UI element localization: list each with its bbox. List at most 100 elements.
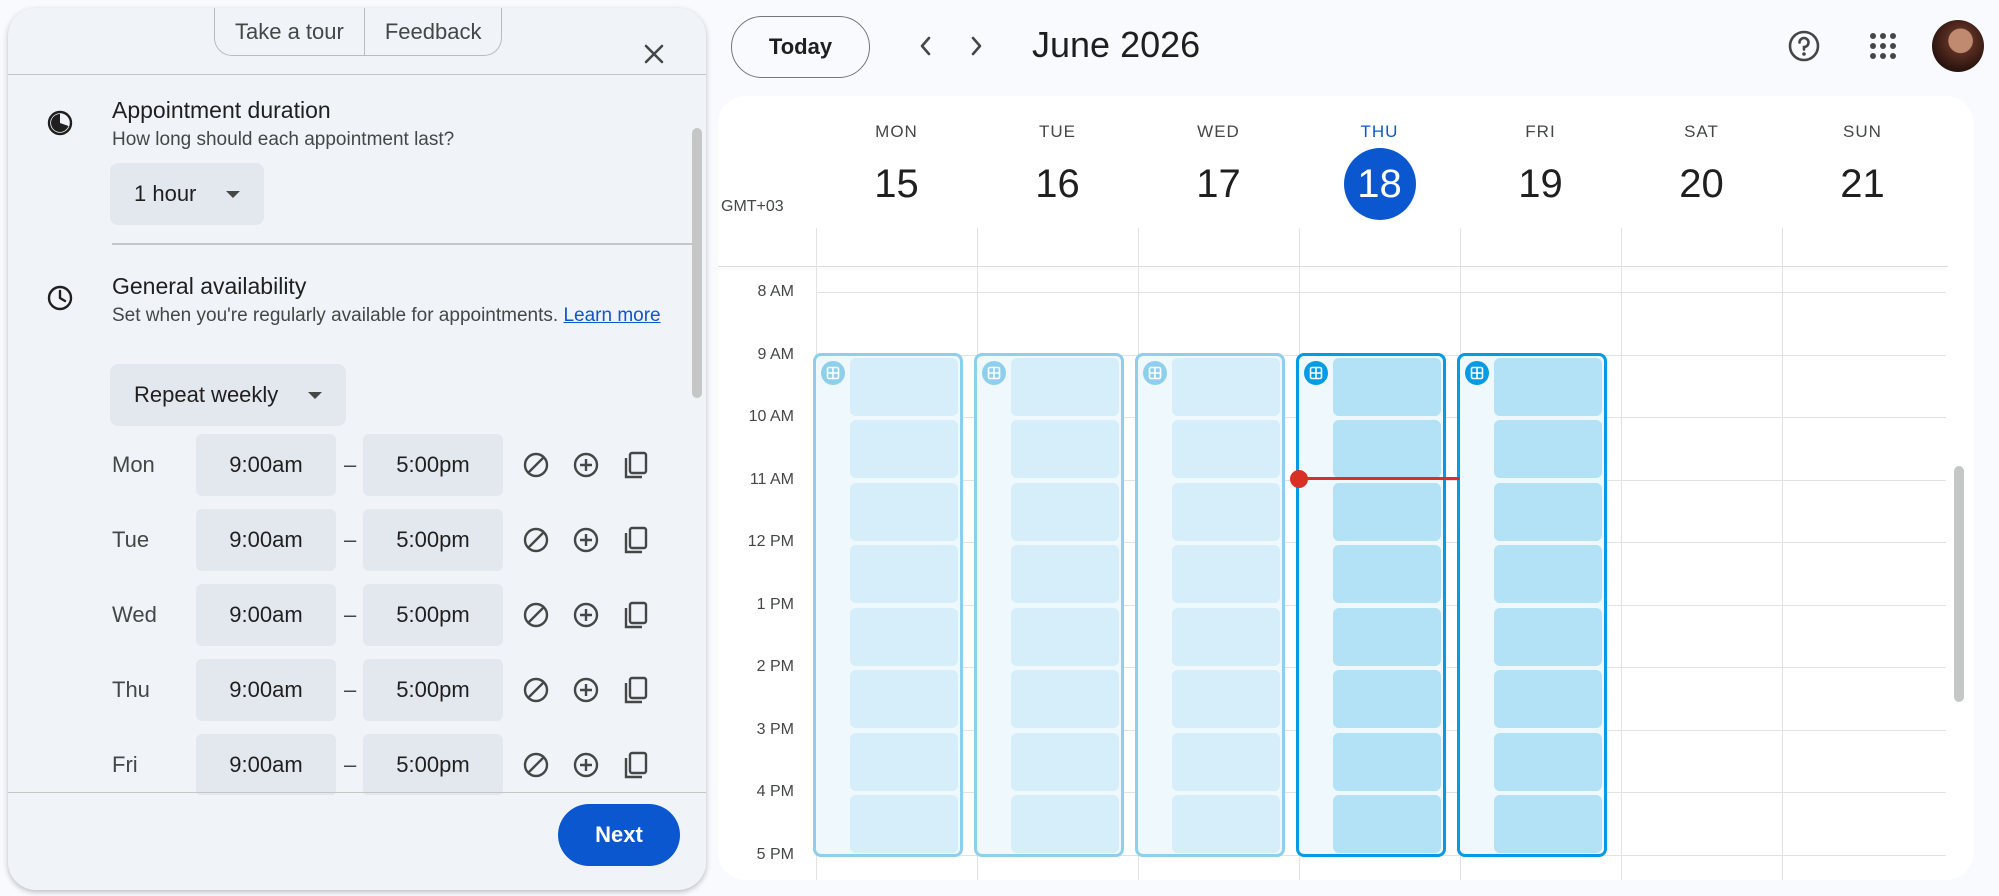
day-header-thu[interactable]: THU 18 bbox=[1299, 122, 1460, 220]
day-header-mon[interactable]: MON 15 bbox=[816, 122, 977, 220]
appointment-slot[interactable] bbox=[1172, 420, 1280, 478]
add-time-icon[interactable] bbox=[570, 524, 602, 556]
appointment-block-thu[interactable] bbox=[1296, 352, 1446, 857]
appointment-slot[interactable] bbox=[1011, 357, 1119, 416]
appointment-slot[interactable] bbox=[1333, 607, 1441, 666]
previous-week-button[interactable] bbox=[906, 26, 946, 66]
appointment-slot[interactable] bbox=[850, 607, 958, 666]
duration-select[interactable]: 1 hour bbox=[110, 163, 265, 225]
end-time-field[interactable]: 5:00pm bbox=[363, 434, 503, 496]
appointment-slot[interactable] bbox=[850, 545, 958, 603]
appointment-slot[interactable] bbox=[1172, 732, 1280, 791]
feedback-button[interactable]: Feedback bbox=[363, 8, 502, 55]
start-time-field[interactable]: 9:00am bbox=[196, 734, 336, 795]
unavailable-icon[interactable] bbox=[520, 674, 552, 706]
time-separator: – bbox=[344, 452, 357, 477]
unavailable-icon[interactable] bbox=[520, 599, 552, 631]
day-label: Mon bbox=[112, 452, 155, 477]
appointment-slot[interactable] bbox=[1333, 732, 1441, 791]
appointment-block-tue[interactable] bbox=[974, 352, 1124, 857]
hour-gridline bbox=[816, 292, 1946, 293]
appointment-slot[interactable] bbox=[1011, 670, 1119, 728]
appointment-slot[interactable] bbox=[850, 482, 958, 541]
copy-times-icon[interactable] bbox=[620, 749, 652, 781]
appointment-slot[interactable] bbox=[1172, 670, 1280, 728]
appointment-slot[interactable] bbox=[1333, 670, 1441, 728]
help-button[interactable] bbox=[1784, 26, 1824, 66]
appointment-slot[interactable] bbox=[1172, 795, 1280, 853]
day-header-sat[interactable]: SAT 20 bbox=[1621, 122, 1782, 220]
appointment-slot[interactable] bbox=[1494, 732, 1602, 791]
start-time-field[interactable]: 9:00am bbox=[196, 434, 336, 496]
appointment-slot[interactable] bbox=[1011, 732, 1119, 791]
appointment-block-mon[interactable] bbox=[813, 352, 963, 857]
day-name: WED bbox=[1197, 122, 1240, 141]
apps-grid-icon bbox=[1870, 33, 1896, 59]
copy-times-icon[interactable] bbox=[620, 674, 652, 706]
appointment-slot[interactable] bbox=[1494, 482, 1602, 541]
end-time-field[interactable]: 5:00pm bbox=[363, 509, 503, 571]
start-time-field[interactable]: 9:00am bbox=[196, 509, 336, 571]
add-time-icon[interactable] bbox=[570, 599, 602, 631]
end-time-field[interactable]: 5:00pm bbox=[363, 734, 503, 795]
learn-more-link[interactable]: Learn more bbox=[563, 305, 660, 326]
end-time-field[interactable]: 5:00pm bbox=[363, 584, 503, 646]
appointment-slot[interactable] bbox=[1011, 482, 1119, 541]
appointment-slot[interactable] bbox=[1011, 795, 1119, 853]
unavailable-icon[interactable] bbox=[520, 524, 552, 556]
take-a-tour-button[interactable]: Take a tour bbox=[215, 8, 364, 55]
copy-times-icon[interactable] bbox=[620, 599, 652, 631]
next-button[interactable]: Next bbox=[558, 804, 680, 866]
appointment-slot[interactable] bbox=[1172, 357, 1280, 416]
appointment-slot[interactable] bbox=[1172, 482, 1280, 541]
appointment-slot[interactable] bbox=[1494, 545, 1602, 603]
apps-button[interactable] bbox=[1863, 26, 1903, 66]
unavailable-icon[interactable] bbox=[520, 749, 552, 781]
copy-times-icon[interactable] bbox=[620, 524, 652, 556]
appointment-slot[interactable] bbox=[1494, 670, 1602, 728]
appointment-slot[interactable] bbox=[850, 732, 958, 791]
calendar-scrollbar[interactable] bbox=[1954, 466, 1964, 702]
unavailable-icon[interactable] bbox=[520, 449, 552, 481]
today-button[interactable]: Today bbox=[731, 16, 870, 78]
day-header-sun[interactable]: SUN 21 bbox=[1782, 122, 1943, 220]
add-time-icon[interactable] bbox=[570, 449, 602, 481]
day-header-fri[interactable]: FRI 19 bbox=[1460, 122, 1621, 220]
day-header-wed[interactable]: WED 17 bbox=[1138, 122, 1299, 220]
appointment-slot[interactable] bbox=[1333, 482, 1441, 541]
appointment-slot[interactable] bbox=[1333, 420, 1441, 478]
next-week-button[interactable] bbox=[956, 26, 996, 66]
appointment-slot[interactable] bbox=[1494, 357, 1602, 416]
close-panel-button[interactable] bbox=[634, 34, 674, 74]
availability-title: General availability bbox=[112, 273, 307, 299]
appointment-slot[interactable] bbox=[850, 420, 958, 478]
appointment-slot[interactable] bbox=[1333, 795, 1441, 853]
appointment-slot[interactable] bbox=[1011, 420, 1119, 478]
appointment-slot[interactable] bbox=[850, 795, 958, 853]
appointment-slot[interactable] bbox=[1172, 545, 1280, 603]
appointment-slot[interactable] bbox=[1011, 607, 1119, 666]
appointment-slot[interactable] bbox=[1011, 545, 1119, 603]
appointment-slot[interactable] bbox=[1333, 545, 1441, 603]
appointment-block-wed[interactable] bbox=[1135, 352, 1285, 857]
account-avatar[interactable] bbox=[1932, 20, 1984, 72]
repeat-select[interactable]: Repeat weekly bbox=[110, 364, 347, 426]
appointment-slot[interactable] bbox=[1494, 795, 1602, 853]
panel-scrollbar[interactable] bbox=[692, 128, 702, 398]
appointment-slot[interactable] bbox=[1494, 420, 1602, 478]
add-time-icon[interactable] bbox=[570, 749, 602, 781]
appointment-slot[interactable] bbox=[850, 670, 958, 728]
current-time-line bbox=[1299, 476, 1460, 480]
day-number: 15 bbox=[874, 162, 919, 206]
appointment-slot[interactable] bbox=[1333, 357, 1441, 416]
appointment-slot[interactable] bbox=[1494, 607, 1602, 666]
day-header-tue[interactable]: TUE 16 bbox=[977, 122, 1138, 220]
appointment-slot[interactable] bbox=[1172, 607, 1280, 666]
end-time-field[interactable]: 5:00pm bbox=[363, 659, 503, 721]
copy-times-icon[interactable] bbox=[620, 449, 652, 481]
appointment-block-fri[interactable] bbox=[1457, 352, 1607, 857]
start-time-field[interactable]: 9:00am bbox=[196, 659, 336, 721]
appointment-slot[interactable] bbox=[850, 357, 958, 416]
start-time-field[interactable]: 9:00am bbox=[196, 584, 336, 646]
add-time-icon[interactable] bbox=[570, 674, 602, 706]
